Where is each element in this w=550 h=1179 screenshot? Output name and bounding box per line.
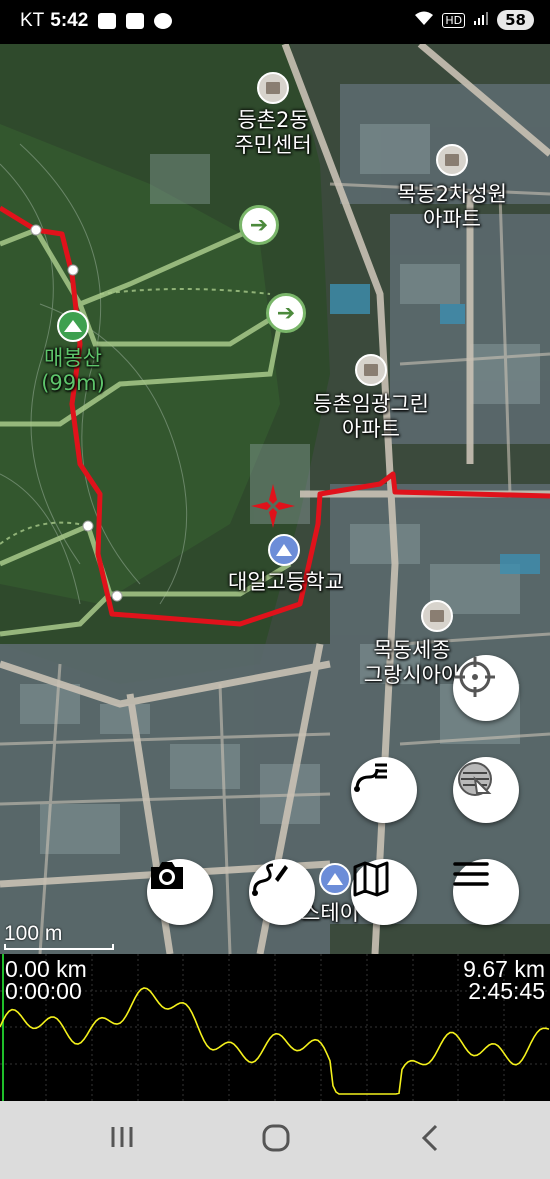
clock: 5:42 bbox=[50, 10, 89, 31]
folded-map-icon bbox=[353, 861, 389, 897]
back-button[interactable] bbox=[418, 1123, 444, 1161]
public-building-icon[interactable] bbox=[257, 72, 289, 104]
youtube-icon bbox=[126, 13, 145, 29]
camera-icon bbox=[151, 862, 183, 889]
tools-shop-icon[interactable] bbox=[319, 863, 351, 895]
system-navigation-bar bbox=[0, 1101, 550, 1179]
scale-label: 100 m bbox=[4, 922, 63, 945]
locate-button[interactable] bbox=[453, 655, 519, 721]
c-app-icon bbox=[154, 13, 173, 29]
carrier-label: KT bbox=[20, 10, 45, 31]
trail-direction-arrow-icon[interactable]: ➔ bbox=[239, 205, 279, 245]
school-icon[interactable] bbox=[268, 534, 300, 566]
route-list-icon bbox=[354, 763, 387, 792]
apartment-icon[interactable] bbox=[421, 600, 453, 632]
battery-level: 58 bbox=[497, 10, 534, 30]
mountain-peak-icon[interactable] bbox=[57, 310, 89, 342]
screenshot-icon bbox=[98, 13, 117, 29]
map-view[interactable]: 등촌2동 주민센터 목동2차성원 아파트 등촌임광그린 아파트 대일고등학교 목동세종… bbox=[0, 44, 550, 954]
status-bar: KT 5:42 HD 58 bbox=[0, 0, 550, 44]
trail-direction-arrow-icon[interactable]: ➔ bbox=[266, 293, 306, 333]
peak-name: 매봉산 bbox=[44, 346, 102, 370]
poi-label-mokdong-sungwon[interactable]: 목동2차성원 아파트 bbox=[397, 182, 507, 232]
home-icon bbox=[262, 1124, 290, 1152]
elevation-profile[interactable]: 0.00 km 0:00:00 9.67 km 2:45:45 bbox=[0, 954, 550, 1101]
peak-label[interactable]: 매봉산 (99m) bbox=[41, 346, 105, 396]
poi-label-daeil-high-school[interactable]: 대일고등학교 bbox=[228, 570, 344, 595]
layers-icon bbox=[458, 762, 492, 796]
back-chevron-icon bbox=[421, 1124, 438, 1152]
start-time: 0:00:00 bbox=[5, 978, 82, 1004]
home-button[interactable] bbox=[261, 1123, 291, 1161]
recent-apps-button[interactable] bbox=[108, 1123, 136, 1159]
menu-button[interactable] bbox=[453, 859, 519, 925]
wifi-icon bbox=[414, 10, 434, 30]
end-time: 2:45:45 bbox=[468, 978, 545, 1004]
camera-button[interactable] bbox=[147, 859, 213, 925]
peak-elevation: (99m) bbox=[41, 371, 105, 396]
poi-label-mokdong-sejong[interactable]: 목동세종 그랑시아아 bbox=[364, 638, 461, 688]
route-edit-icon bbox=[252, 863, 288, 896]
hamburger-icon bbox=[453, 862, 489, 886]
signal-icon bbox=[473, 10, 489, 30]
map-layers-button[interactable] bbox=[453, 757, 519, 823]
route-edit-button[interactable] bbox=[249, 859, 315, 925]
crosshair-icon bbox=[455, 657, 495, 697]
apartment-icon[interactable] bbox=[436, 144, 468, 176]
hd-icon: HD bbox=[442, 12, 466, 28]
poi-label-community-center[interactable]: 등촌2동 주민센터 bbox=[234, 108, 311, 158]
map-button[interactable] bbox=[351, 859, 417, 925]
scale-bar: 100 m bbox=[4, 922, 114, 950]
recent-apps-icon bbox=[111, 1127, 133, 1147]
poi-label-deungchon-imkwang[interactable]: 등촌임광그린 아파트 bbox=[313, 392, 429, 442]
track-list-button[interactable] bbox=[351, 757, 417, 823]
apartment-icon[interactable] bbox=[355, 354, 387, 386]
